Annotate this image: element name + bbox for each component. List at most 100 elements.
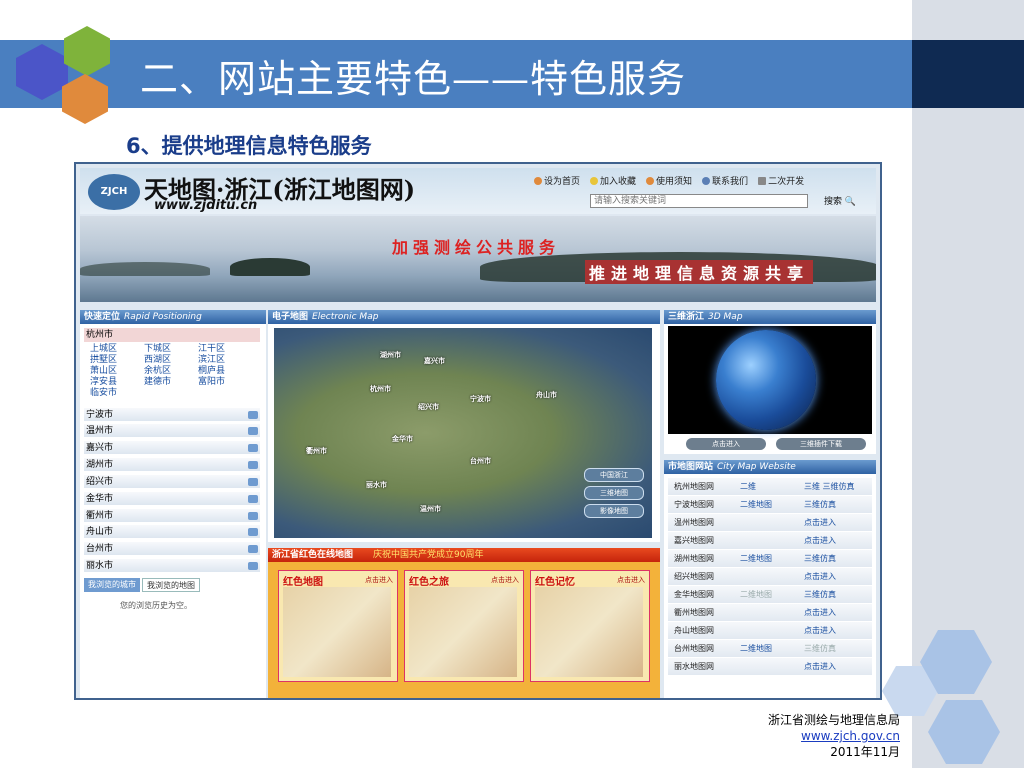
city-site-row[interactable]: 嘉兴地图网 点击进入 <box>668 532 872 550</box>
city-site-row[interactable]: 温州地图网 点击进入 <box>668 514 872 532</box>
nav-set-homepage[interactable]: 设为首页 <box>534 174 580 187</box>
nav-add-favorite[interactable]: 加入收藏 <box>590 174 636 187</box>
red-card[interactable]: 红色之旅 点击进入 <box>404 570 524 682</box>
district-link[interactable]: 拱墅区 <box>90 355 144 366</box>
center-column: 电子地图 Electronic Map 湖州市 嘉兴市 杭州市 绍兴市 宁波市 舟… <box>268 310 660 698</box>
nav-usage-notes[interactable]: 使用须知 <box>646 174 692 187</box>
site-search-button[interactable]: 搜索 🔍 <box>824 194 856 207</box>
city-item[interactable]: 宁波市 <box>84 408 260 422</box>
map-label: 舟山市 <box>536 391 557 399</box>
banner-slogan-1: 加强测绘公共服务 <box>392 238 561 257</box>
map-label: 金华市 <box>392 435 413 443</box>
city-item[interactable]: 丽水市 <box>84 559 260 573</box>
map-label: 湖州市 <box>380 351 401 359</box>
tab-browsed-maps[interactable]: 我浏览的地图 <box>142 578 200 592</box>
3d-zhejiang-panel: 三维浙江 3D Map 点击进入 三维插件下载 <box>664 310 876 454</box>
home-icon <box>534 176 542 185</box>
user-icon <box>702 176 711 185</box>
map-label: 丽水市 <box>366 481 387 489</box>
map-label: 杭州市 <box>370 385 391 393</box>
map-label: 宁波市 <box>470 395 491 403</box>
city-current[interactable]: 杭州市 <box>84 328 260 342</box>
city-item[interactable]: 金华市 <box>84 492 260 506</box>
district-link[interactable]: 下城区 <box>144 344 198 355</box>
map-button-image-map[interactable]: 影像地图 <box>584 504 644 518</box>
footer-url-link[interactable]: www.zjch.gov.cn <box>700 728 900 744</box>
site-header: ZJCH 天地图·浙江(浙江地图网) www.zjditu.cn 设为首页 加入… <box>80 168 876 214</box>
city-site-row[interactable]: 衢州地图网 点击进入 <box>668 604 872 622</box>
slide-title: 二、网站主要特色——特色服务 <box>140 57 687 101</box>
map-button-3d-map[interactable]: 三维地图 <box>584 486 644 500</box>
red-card-title: 红色记忆 <box>535 577 575 588</box>
banner-slogan-2: 推进地理信息资源共享 <box>585 260 814 284</box>
city-site-row[interactable]: 丽水地图网 点击进入 <box>668 658 872 676</box>
slide-subtitle: 6、提供地理信息特色服务 <box>126 134 372 158</box>
map-label: 绍兴市 <box>418 403 439 411</box>
district-link[interactable]: 临安市 <box>90 388 144 399</box>
city-site-row[interactable]: 金华地图网 二维地图 三维仿真 <box>668 586 872 604</box>
right-column: 三维浙江 3D Map 点击进入 三维插件下载 市地图网站 City Map Web… <box>664 310 876 698</box>
district-link[interactable]: 淳安县 <box>90 377 144 388</box>
city-site-row[interactable]: 杭州地图网 二维 三维 三维仿真 <box>668 478 872 496</box>
city-item[interactable]: 绍兴市 <box>84 475 260 489</box>
district-link[interactable]: 富阳市 <box>198 377 252 388</box>
city-site-row[interactable]: 舟山地图网 点击进入 <box>668 622 872 640</box>
district-link[interactable]: 上城区 <box>90 344 144 355</box>
electronic-map-header: 电子地图 Electronic Map <box>268 310 660 324</box>
district-link[interactable]: 余杭区 <box>144 366 198 377</box>
city-item[interactable]: 台州市 <box>84 542 260 556</box>
site-search-input[interactable] <box>590 194 808 208</box>
banner-island <box>230 258 310 276</box>
globe-icon <box>716 330 816 430</box>
red-card-image <box>535 587 643 677</box>
search-icon: 🔍 <box>844 197 857 207</box>
city-map-websites-panel: 市地图网站 City Map Website 杭州地图网 二维 三维 三维仿真 宁波地… <box>664 460 876 698</box>
3d-plugin-download-button[interactable]: 三维插件下载 <box>776 438 866 450</box>
red-online-map-panel: 浙江省红色在线地图 庆祝中国共产党成立90周年 红色地图 点击进入 红色之旅 点击… <box>268 548 660 698</box>
district-link[interactable]: 西湖区 <box>144 355 198 366</box>
red-card-image <box>409 587 517 677</box>
red-card-title: 红色地图 <box>283 577 323 588</box>
city-site-row[interactable]: 湖州地图网 二维地图 三维仿真 <box>668 550 872 568</box>
city-item[interactable]: 温州市 <box>84 424 260 438</box>
tab-browsed-cities[interactable]: 我浏览的城市 <box>84 578 140 592</box>
district-link[interactable]: 建德市 <box>144 377 198 388</box>
city-site-row[interactable]: 台州地图网 二维地图 三维仿真 <box>668 640 872 658</box>
nav-contact-us[interactable]: 联系我们 <box>702 174 748 187</box>
district-link[interactable]: 江干区 <box>198 344 252 355</box>
district-link[interactable]: 桐庐县 <box>198 366 252 377</box>
quick-locate-panel: 快速定位 Rapid Positioning 杭州市 上城区 下城区 江干区 拱墅… <box>80 310 266 698</box>
city-item[interactable]: 衢州市 <box>84 509 260 523</box>
code-icon <box>758 176 767 185</box>
star-icon <box>590 176 599 185</box>
map-label: 嘉兴市 <box>424 357 445 365</box>
3d-globe-viewer[interactable] <box>668 326 872 434</box>
red-card-enter[interactable]: 点击进入 <box>617 575 645 585</box>
slide-footer: 浙江省测绘与地理信息局 www.zjch.gov.cn 2011年11月 <box>700 712 900 760</box>
site-logo-url: www.zjditu.cn <box>154 198 258 213</box>
red-card-enter[interactable]: 点击进入 <box>365 575 393 585</box>
map-button-china-zhejiang[interactable]: 中国浙江 <box>584 468 644 482</box>
3d-enter-button[interactable]: 点击进入 <box>686 438 766 450</box>
banner-island <box>80 262 210 276</box>
red-card[interactable]: 红色记忆 点击进入 <box>530 570 650 682</box>
city-site-row[interactable]: 绍兴地图网 点击进入 <box>668 568 872 586</box>
red-card-enter[interactable]: 点击进入 <box>491 575 519 585</box>
site-logo-badge[interactable]: ZJCH <box>88 174 140 210</box>
district-link[interactable]: 滨江区 <box>198 355 252 366</box>
electronic-map-panel: 电子地图 Electronic Map 湖州市 嘉兴市 杭州市 绍兴市 宁波市 舟… <box>268 310 660 542</box>
city-item[interactable]: 舟山市 <box>84 525 260 539</box>
city-item[interactable]: 嘉兴市 <box>84 441 260 455</box>
district-link[interactable]: 萧山区 <box>90 366 144 377</box>
city-site-row[interactable]: 宁波地图网 二维地图 三维仿真 <box>668 496 872 514</box>
quick-locate-header: 快速定位 Rapid Positioning <box>80 310 266 324</box>
history-tabs: 我浏览的城市 我浏览的地图 <box>84 578 260 592</box>
zhejiang-map-image[interactable]: 湖州市 嘉兴市 杭州市 绍兴市 宁波市 舟山市 金华市 台州市 衢州市 丽水市 … <box>274 328 652 538</box>
district-list: 上城区 下城区 江干区 拱墅区 西湖区 滨江区 萧山区 余杭区 桐庐县 淳安县 … <box>90 344 260 399</box>
red-card[interactable]: 红色地图 点击进入 <box>278 570 398 682</box>
3d-zhejiang-header: 三维浙江 3D Map <box>664 310 876 324</box>
nav-secondary-dev[interactable]: 二次开发 <box>758 174 804 187</box>
city-item[interactable]: 湖州市 <box>84 458 260 472</box>
website-screenshot: ZJCH 天地图·浙江(浙江地图网) www.zjditu.cn 设为首页 加入… <box>74 162 882 700</box>
footer-org: 浙江省测绘与地理信息局 <box>767 713 900 727</box>
